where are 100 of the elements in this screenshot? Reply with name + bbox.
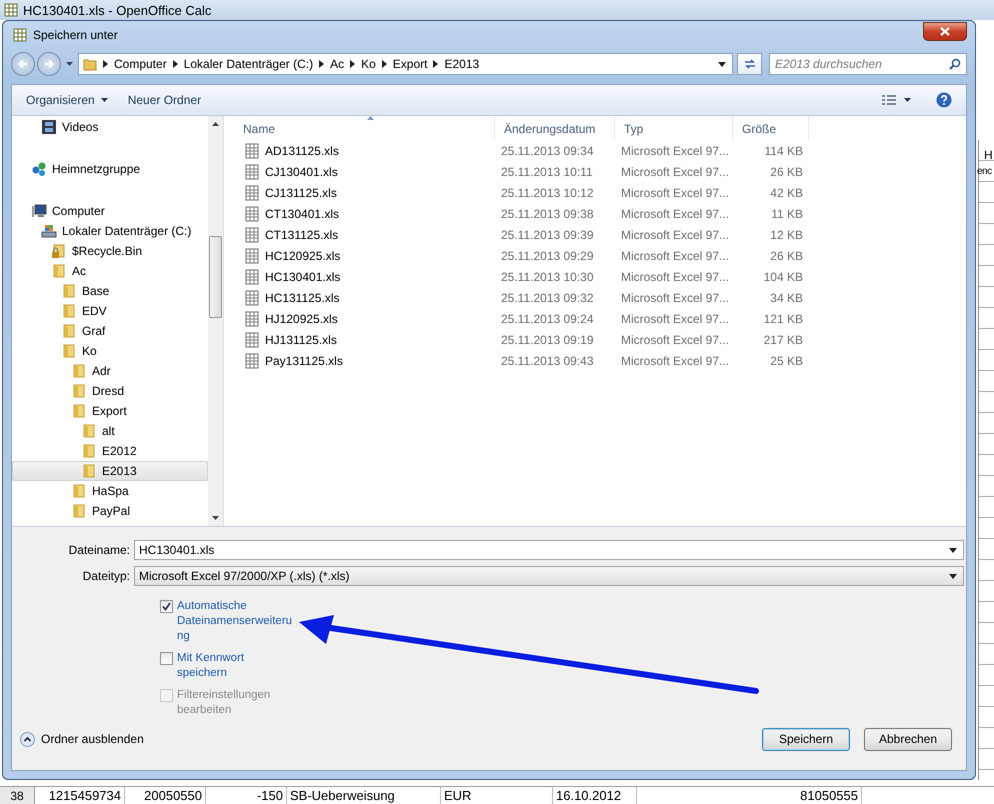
file-row[interactable]: CT130401.xls 25.11.2013 09:38 Microsoft Excel 97... 11 KB	[234, 203, 966, 224]
file-row[interactable]: HC131125.xls 25.11.2013 09:32 Microsoft Excel 97... 34 KB	[234, 287, 966, 308]
chevron-right-icon[interactable]	[172, 60, 178, 68]
file-size: 34 KB	[769, 290, 804, 304]
tree-item[interactable]: Base	[12, 281, 208, 301]
chevron-right-icon[interactable]	[319, 60, 324, 68]
chevron-right-icon[interactable]	[382, 60, 387, 68]
address-bar[interactable]: Computer Lokaler Datenträger (C:) Ac Ko Export E2013	[78, 53, 733, 76]
folder-icon	[81, 463, 97, 479]
tree-item[interactable]: $Recycle.Bin	[12, 241, 208, 261]
file-size: 104 KB	[762, 270, 804, 284]
tree-item[interactable]: Dresd	[12, 381, 208, 401]
file-row[interactable]: CT131125.xls 25.11.2013 09:39 Microsoft Excel 97... 12 KB	[234, 224, 966, 245]
dialog-button[interactable]: Abbrechen	[864, 728, 952, 750]
caret-icon[interactable]	[718, 62, 726, 67]
tree-item[interactable]: Lokaler Datenträger (C:)	[12, 221, 208, 241]
chevron-right-icon[interactable]	[433, 60, 438, 68]
spreadsheet-icon	[13, 28, 27, 42]
breadcrumb-item[interactable]: Export	[392, 57, 428, 72]
tree-item[interactable]: E2013	[12, 461, 208, 481]
file-date: 25.11.2013 09:38	[500, 206, 595, 220]
filetype-dropdown[interactable]: Microsoft Excel 97/2000/XP (.xls) (*.xls)	[134, 566, 964, 586]
file-type: Microsoft Excel 97...	[620, 290, 730, 304]
spreadsheet-file-icon	[244, 310, 260, 326]
file-size: 42 KB	[769, 186, 804, 200]
caret-icon	[949, 574, 957, 578]
column-header[interactable]: Typ	[615, 116, 733, 140]
checkbox-label[interactable]: Mit Kennwort speichern	[177, 651, 244, 681]
table-cell: -150	[206, 787, 287, 804]
folder-icon	[81, 443, 97, 459]
tree-item[interactable]: Export	[12, 401, 208, 421]
file-name: CT131125.xls	[265, 228, 338, 242]
close-button[interactable]	[923, 22, 967, 42]
back-button[interactable]	[11, 52, 35, 76]
breadcrumb-item[interactable]: E2013	[444, 57, 480, 72]
forward-arrow-icon	[44, 59, 54, 70]
file-row[interactable]: HJ120925.xls 25.11.2013 09:24 Microsoft Excel 97... 121 KB	[234, 308, 966, 329]
tree-item[interactable]: Videos	[12, 117, 208, 137]
tree-item[interactable]: HaSpa	[12, 481, 208, 501]
tree-item[interactable]: Ac	[12, 261, 208, 281]
network-icon	[31, 161, 47, 177]
file-date: 25.11.2013 09:19	[500, 332, 595, 346]
file-row[interactable]: HJ131125.xls 25.11.2013 09:19 Microsoft Excel 97... 217 KB	[234, 329, 966, 350]
file-row[interactable]: AD131125.xls 25.11.2013 09:34 Microsoft Excel 97... 114 KB	[234, 140, 966, 161]
checkbox[interactable]	[160, 600, 173, 613]
spreadsheet-file-icon	[244, 226, 260, 242]
tree-item[interactable]: E2012	[12, 441, 208, 461]
file-row[interactable]: Pay131125.xls 25.11.2013 09:43 Microsoft Excel 97... 25 KB	[234, 350, 966, 371]
breadcrumb-item[interactable]: Lokaler Datenträger (C:)	[184, 57, 314, 72]
file-name: CJ130401.xls	[265, 164, 338, 178]
file-size: 26 KB	[769, 248, 804, 262]
chevron-right-icon[interactable]	[350, 60, 356, 68]
file-row[interactable]: CJ131125.xls 25.11.2013 10:12 Microsoft Excel 97... 42 KB	[234, 182, 966, 203]
file-row[interactable]: HC120925.xls 25.11.2013 09:29 Microsoft Excel 97... 26 KB	[234, 245, 966, 266]
checkbox[interactable]	[160, 652, 173, 665]
file-row[interactable]: CJ130401.xls 25.11.2013 10:11 Microsoft Excel 97... 26 KB	[234, 161, 966, 182]
folder-icon	[61, 303, 77, 319]
toolbar-button[interactable]: Neuer Ordner	[122, 90, 208, 110]
file-type: Microsoft Excel 97...	[620, 144, 730, 158]
tree-item[interactable]: EDV	[12, 301, 208, 321]
tree-item[interactable]: Ko	[12, 341, 208, 361]
folder-icon	[61, 283, 77, 299]
file-date: 25.11.2013 09:32	[500, 290, 595, 304]
scrollbar-thumb[interactable]	[209, 236, 222, 318]
tree-item[interactable]: alt	[12, 421, 208, 441]
breadcrumb-item[interactable]: Ac	[330, 57, 344, 72]
spreadsheet-file-icon	[244, 352, 260, 368]
hide-folders-button[interactable]: Ordner ausblenden	[20, 732, 144, 746]
forward-button[interactable]	[37, 52, 61, 76]
column-header[interactable]: Änderungsdatum	[495, 116, 615, 140]
tree-item[interactable]: Heimnetzgruppe	[12, 159, 208, 179]
folder-icon	[71, 503, 87, 519]
checkmark-icon	[162, 602, 171, 611]
file-name: AD131125.xls	[265, 144, 339, 158]
dialog-button[interactable]: Speichern	[762, 728, 850, 750]
row-header: 38	[0, 787, 35, 804]
file-type: Microsoft Excel 97...	[620, 354, 730, 368]
column-header: H	[984, 148, 993, 162]
search-field[interactable]: E2013 durchsuchen	[769, 53, 967, 76]
filename-field[interactable]: HC130401.xls	[134, 540, 964, 560]
spreadsheet-file-icon	[244, 206, 260, 222]
tree-item[interactable]: Computer	[12, 201, 208, 221]
table-cell: 16.10.2012	[553, 787, 637, 804]
breadcrumb-item[interactable]: Ko	[361, 57, 376, 72]
scroll-up-icon	[212, 122, 219, 126]
toolbar-button[interactable]: Organisieren	[20, 90, 114, 110]
spreadsheet-file-icon	[244, 290, 260, 306]
file-type: Microsoft Excel 97...	[620, 248, 730, 262]
column-header[interactable]: Größe	[733, 116, 809, 140]
breadcrumb-item[interactable]: Computer	[114, 57, 167, 72]
file-size: 114 KB	[764, 144, 804, 158]
tree-item[interactable]: Graf	[12, 321, 208, 341]
tree-item[interactable]: Adr	[12, 361, 208, 381]
file-row[interactable]: HC130401.xls 25.11.2013 10:30 Microsoft Excel 97... 104 KB	[234, 266, 966, 287]
refresh-button[interactable]	[737, 53, 762, 76]
scrollbar[interactable]	[208, 116, 223, 526]
checkbox-label[interactable]: Automatische Dateinamenserweiteru ng	[177, 599, 292, 644]
tree-item[interactable]: PayPal	[12, 501, 208, 521]
chevron-right-icon[interactable]	[103, 60, 108, 68]
help-button[interactable]	[936, 92, 952, 108]
